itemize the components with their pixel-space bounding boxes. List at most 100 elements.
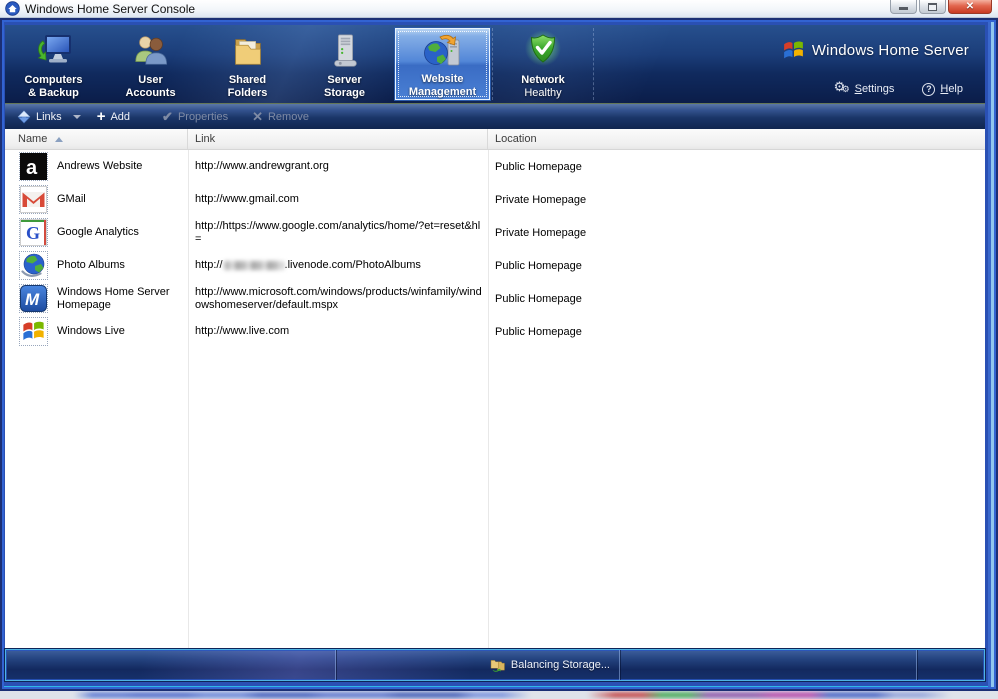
column-header-location[interactable]: Location [488, 129, 985, 149]
balancing-storage-label: Balancing Storage... [510, 659, 610, 671]
status-bar: Balancing Storage... [5, 649, 985, 681]
plus-icon: + [96, 108, 106, 125]
tab-shared-folders[interactable]: Shared Folders [199, 28, 296, 100]
links-label: Links [36, 110, 62, 123]
brand-logo: Windows Home Server [781, 38, 969, 63]
status-segment [620, 650, 917, 680]
home-server-app-icon [5, 1, 20, 16]
link-url: http://https://www.google.com/analytics/… [195, 219, 481, 245]
server-storage-icon [326, 28, 364, 74]
windows-flag-icon [19, 317, 48, 346]
help-label: Help [940, 83, 963, 95]
tab-label: Accounts [125, 87, 176, 99]
website-management-icon [423, 29, 463, 73]
toolbar: Links + Add ✔ Properties ✕ Remove [5, 103, 985, 129]
svg-text:M: M [25, 290, 40, 309]
close-button[interactable]: ✕ [948, 0, 992, 14]
link-name: Google Analytics [57, 226, 139, 238]
table-row[interactable]: G Google Analytics http://https://www.go… [5, 216, 985, 249]
window-frame: Computers & Backup User Accounts Shared … [0, 18, 998, 691]
tab-website-management[interactable]: Website Management [395, 28, 490, 100]
taskbar-strip [0, 691, 998, 699]
links-table: Name Link Location a Andrews Website htt… [5, 129, 985, 648]
settings-label: Settings [854, 83, 895, 95]
help-button[interactable]: ? Help [922, 82, 963, 96]
nav-bar: Computers & Backup User Accounts Shared … [5, 25, 985, 103]
link-name: Windows Home Server Homepage [57, 285, 170, 311]
network-health-shield-icon [521, 28, 565, 74]
m-logo-icon: M [19, 284, 48, 313]
window-title: Windows Home Server Console [25, 2, 196, 16]
column-header-link[interactable]: Link [188, 129, 488, 149]
computers-backup-icon [34, 28, 74, 74]
link-url-suffix: .livenode.com/PhotoAlbums [284, 259, 421, 271]
table-header: Name Link Location [5, 129, 985, 150]
maximize-button[interactable] [919, 0, 946, 14]
remove-button[interactable]: ✕ Remove [252, 110, 309, 123]
settings-button[interactable]: ⚙ ⚙ Settings [833, 79, 895, 96]
x-icon: ✕ [252, 109, 263, 124]
table-body: a Andrews Website http://www.andrewgrant… [5, 150, 985, 648]
link-name: Photo Albums [57, 259, 125, 271]
column-header-name[interactable]: Name [5, 129, 188, 149]
status-segment: Balancing Storage... [336, 650, 620, 680]
titlebar: Windows Home Server Console ✕ [0, 0, 998, 18]
table-row[interactable]: a Andrews Website http://www.andrewgrant… [5, 150, 985, 183]
tab-label: Management [408, 86, 477, 98]
table-row[interactable]: GMail http://www.gmail.com Private Homep… [5, 183, 985, 216]
network-label: Network [521, 74, 565, 86]
network-health-status[interactable]: Network Healthy [492, 28, 594, 100]
link-location: Public Homepage [495, 259, 582, 272]
link-url: http://www.gmail.com [195, 193, 299, 205]
svg-text:a: a [26, 157, 38, 179]
add-label: Add [110, 110, 131, 123]
add-button[interactable]: + Add [97, 109, 130, 124]
globe-icon [19, 251, 48, 280]
tab-label: & Backup [28, 87, 79, 99]
google-icon: G [19, 218, 48, 247]
close-icon: ✕ [965, 0, 975, 12]
links-diamond-icon [17, 110, 31, 123]
tab-label: Storage [324, 87, 365, 99]
chevron-down-icon [72, 114, 81, 119]
tab-label: User [138, 74, 163, 86]
table-row[interactable]: Windows Live http://www.live.com Public … [5, 315, 985, 348]
window: Windows Home Server Console ✕ Computers … [0, 0, 998, 699]
link-location: Private Homepage [495, 226, 587, 239]
help-icon: ? [922, 82, 936, 96]
nav-utility-links: ⚙ ⚙ Settings ? Help [833, 79, 963, 96]
link-location: Public Homepage [495, 160, 582, 173]
link-url: http://www.microsoft.com/windows/product… [195, 285, 482, 311]
maximize-icon [928, 3, 937, 11]
link-url: http://www.andrewgrant.org [195, 160, 329, 172]
taskbar-blur [55, 692, 988, 698]
window-controls: ✕ [890, 0, 992, 14]
remove-label: Remove [267, 110, 309, 123]
tab-label: Computers [24, 74, 83, 86]
table-row[interactable]: Photo Albums http:// .livenode.com/PhotoA… [5, 249, 985, 282]
link-name: GMail [57, 193, 86, 205]
properties-button[interactable]: ✔ Properties [162, 110, 228, 123]
gear-icon: ⚙ ⚙ [833, 79, 850, 94]
link-url: http://www.live.com [195, 325, 290, 337]
minimize-icon [899, 7, 908, 10]
minimize-button[interactable] [890, 0, 917, 14]
tab-label: Server [327, 74, 362, 86]
tab-computers-backup[interactable]: Computers & Backup [5, 28, 102, 100]
shared-folders-icon [229, 28, 267, 74]
links-menu-button[interactable]: Links [17, 110, 81, 124]
status-segment [6, 650, 336, 680]
tab-server-storage[interactable]: Server Storage [296, 28, 393, 100]
table-row[interactable]: M Windows Home Server Homepage http://ww… [5, 282, 985, 315]
link-name: Windows Live [57, 325, 125, 337]
check-icon: ✔ [162, 109, 173, 124]
link-location: Public Homepage [495, 292, 582, 305]
redacted-text [223, 260, 284, 270]
network-status-text: Healthy [524, 87, 562, 99]
tab-label: Folders [227, 87, 268, 99]
link-url-prefix: http:// [195, 259, 223, 271]
tab-user-accounts[interactable]: User Accounts [102, 28, 199, 100]
tab-label: Shared [228, 74, 267, 86]
tab-label: Website [421, 73, 464, 85]
brand-text: Windows Home Server [811, 42, 969, 59]
